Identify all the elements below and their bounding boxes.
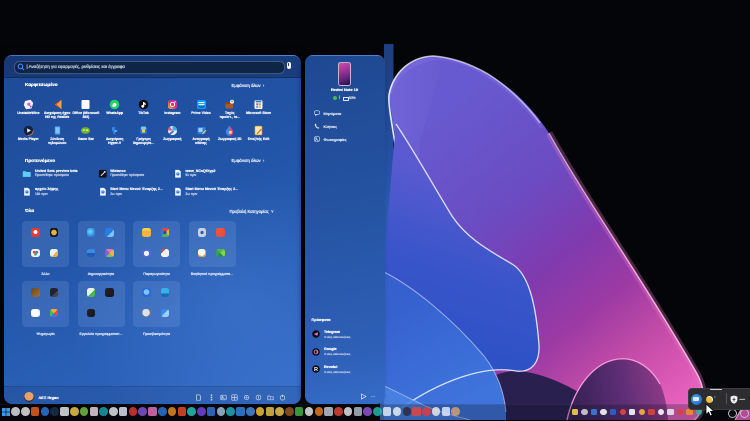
svg-text:R: R	[314, 367, 318, 373]
